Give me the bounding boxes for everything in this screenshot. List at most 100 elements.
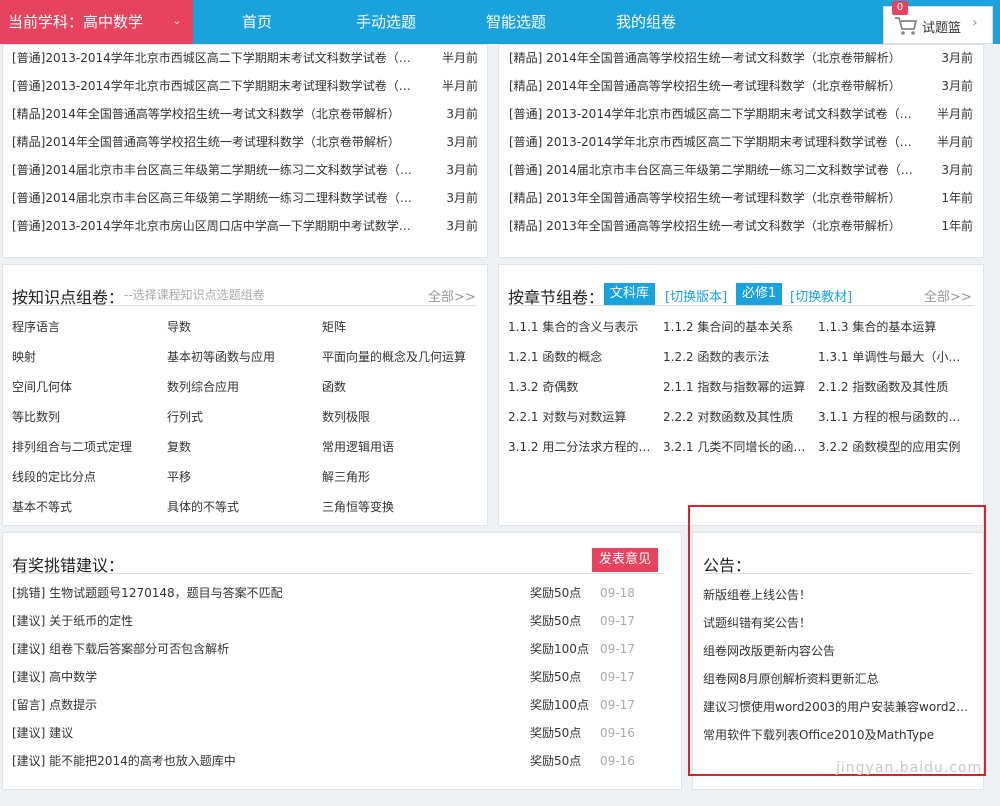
- question-basket-button[interactable]: 0 试题篮 ›: [883, 1, 993, 44]
- knowledge-point[interactable]: 平面向量的概念及几何运算: [322, 348, 482, 365]
- paper-item[interactable]: [普通]2013-2014学年北京市房山区周口店中学高一下学期期中考试数学试… 3…: [12, 212, 478, 240]
- chapter-item[interactable]: 3.1.2 用二分法求方程的近…: [508, 438, 658, 455]
- nav-home[interactable]: 首页: [242, 0, 272, 44]
- knowledge-point[interactable]: 数列极限: [322, 408, 482, 425]
- paper-date: 半月前: [441, 51, 478, 65]
- chapter-item[interactable]: 2.1.1 指数与指数幂的运算: [663, 378, 813, 395]
- subject-selector[interactable]: 当前学科：高中数学 ⌄: [0, 0, 193, 44]
- tab-book[interactable]: 必修1: [736, 283, 783, 305]
- tab-library[interactable]: 文科库: [604, 283, 656, 305]
- paper-item[interactable]: [普通]2013-2014学年北京市西城区高二下学期期末考试理科数学试卷（带… 半…: [12, 72, 478, 100]
- paper-title[interactable]: [普通]2014届北京市丰台区高三年级第二学期统一练习二理科数学试卷（带…: [12, 184, 422, 212]
- paper-item[interactable]: [精品] 2013年全国普通高等学校招生统一考试文科数学（北京卷带解析） 1年前: [509, 212, 973, 240]
- feedback-text[interactable]: [建议] 组卷下载后答案部分可否包含解析: [12, 635, 229, 663]
- paper-item[interactable]: [普通] 2014届北京市丰台区高三年级第二学期统一练习二文科数学试卷（带… 3月…: [509, 156, 973, 184]
- chapter-item[interactable]: 1.2.1 函数的概念: [508, 348, 658, 365]
- post-feedback-button[interactable]: 发表意见: [592, 548, 659, 572]
- paper-date: 3月前: [941, 79, 973, 93]
- feedback-text[interactable]: [留言] 点数提示: [12, 691, 97, 719]
- chapter-item[interactable]: 1.1.2 集合间的基本关系: [663, 318, 813, 335]
- paper-title[interactable]: [精品] 2014年全国普通高等学校招生统一考试文科数学（北京卷带解析）: [509, 44, 919, 72]
- feedback-item[interactable]: [建议] 建议 奖励50点 09-16: [12, 719, 652, 747]
- feedback-text[interactable]: [建议] 建议: [12, 719, 73, 747]
- feedback-item[interactable]: [建议] 组卷下载后答案部分可否包含解析 奖励100点 09-17: [12, 635, 652, 663]
- knowledge-point[interactable]: 三角恒等变换: [322, 498, 482, 515]
- knowledge-point[interactable]: 具体的不等式: [167, 498, 317, 515]
- knowledge-point[interactable]: 导数: [167, 318, 317, 335]
- paper-title[interactable]: [精品] 2014年全国普通高等学校招生统一考试理科数学（北京卷带解析）: [509, 72, 919, 100]
- knowledge-point[interactable]: 常用逻辑用语: [322, 438, 482, 455]
- switch-book-link[interactable]: [切换教材]: [790, 286, 852, 305]
- paper-item[interactable]: [普通] 2013-2014学年北京市西城区高二下学期期末考试理科数学试卷（带……: [509, 128, 973, 156]
- knowledge-point[interactable]: 函数: [322, 378, 482, 395]
- paper-title[interactable]: [普通]2013-2014学年北京市西城区高二下学期期末考试理科数学试卷（带…: [12, 72, 422, 100]
- feedback-date: 09-16: [600, 754, 635, 768]
- nav-smart-select[interactable]: 智能选题: [486, 0, 546, 44]
- knowledge-point[interactable]: 复数: [167, 438, 317, 455]
- paper-title[interactable]: [普通]2013-2014学年北京市西城区高二下学期期末考试文科数学试卷（带…: [12, 44, 422, 72]
- feedback-item[interactable]: [建议] 能不能把2014的高考也放入题库中 奖励50点 09-16: [12, 747, 652, 775]
- feedback-item[interactable]: [建议] 高中数学 奖励50点 09-17: [12, 663, 652, 691]
- chapter-item[interactable]: 2.2.1 对数与对数运算: [508, 408, 658, 425]
- feedback-text[interactable]: [建议] 高中数学: [12, 663, 97, 691]
- chapter-item[interactable]: 3.2.1 几类不同增长的函数…: [663, 438, 813, 455]
- paper-title[interactable]: [普通] 2013-2014学年北京市西城区高二下学期期末考试文科数学试卷（带…: [509, 100, 919, 128]
- paper-item[interactable]: [精品] 2013年全国普通高等学校招生统一考试理科数学（北京卷带解析） 1年前: [509, 184, 973, 212]
- chapter-item[interactable]: 1.2.2 函数的表示法: [663, 348, 813, 365]
- paper-title[interactable]: [普通] 2014届北京市丰台区高三年级第二学期统一练习二文科数学试卷（带…: [509, 156, 919, 184]
- chapter-item[interactable]: 1.1.1 集合的含义与表示: [508, 318, 658, 335]
- knowledge-point[interactable]: 平移: [167, 468, 317, 485]
- feedback-item[interactable]: [留言] 点数提示 奖励100点 09-17: [12, 691, 652, 719]
- paper-date: 3月前: [446, 191, 478, 205]
- knowledge-point[interactable]: 排列组合与二项式定理: [12, 438, 162, 455]
- knowledge-point[interactable]: 空间几何体: [12, 378, 162, 395]
- paper-item[interactable]: [普通]2013-2014学年北京市西城区高二下学期期末考试文科数学试卷（带… 半…: [12, 44, 478, 72]
- knowledge-point[interactable]: 基本不等式: [12, 498, 162, 515]
- paper-title[interactable]: [普通]2014届北京市丰台区高三年级第二学期统一练习二文科数学试卷（带…: [12, 156, 422, 184]
- paper-title[interactable]: [精品]2014年全国普通高等学校招生统一考试文科数学（北京卷带解析）: [12, 100, 422, 128]
- nav-my-papers[interactable]: 我的组卷: [616, 0, 676, 44]
- feedback-date: 09-17: [600, 670, 635, 684]
- paper-item[interactable]: [精品]2014年全国普通高等学校招生统一考试理科数学（北京卷带解析） 3月前: [12, 128, 478, 156]
- feedback-text[interactable]: [建议] 能不能把2014的高考也放入题库中: [12, 747, 236, 775]
- paper-item[interactable]: [普通]2014届北京市丰台区高三年级第二学期统一练习二文科数学试卷（带… 3月前: [12, 156, 478, 184]
- chapter-item[interactable]: 3.1.1 方程的根与函数的零…: [818, 408, 970, 425]
- feedback-date: 09-17: [600, 614, 635, 628]
- chapter-item[interactable]: 3.2.2 函数模型的应用实例: [818, 438, 970, 455]
- paper-item[interactable]: [精品] 2014年全国普通高等学校招生统一考试理科数学（北京卷带解析） 3月前: [509, 72, 973, 100]
- chapter-more-link[interactable]: 全部>>: [924, 286, 972, 305]
- feedback-reward: 奖励50点: [530, 754, 582, 768]
- paper-item[interactable]: [精品]2014年全国普通高等学校招生统一考试文科数学（北京卷带解析） 3月前: [12, 100, 478, 128]
- knowledge-point[interactable]: 解三角形: [322, 468, 482, 485]
- knowledge-point[interactable]: 线段的定比分点: [12, 468, 162, 485]
- knowledge-point[interactable]: 基本初等函数与应用: [167, 348, 317, 365]
- chapter-item[interactable]: 2.2.2 对数函数及其性质: [663, 408, 813, 425]
- feedback-text[interactable]: [建议] 关于纸币的定性: [12, 607, 133, 635]
- paper-date: 半月前: [441, 79, 478, 93]
- feedback-text[interactable]: [挑错] 生物试题题号1270148，题目与答案不匹配: [12, 579, 283, 607]
- knowledge-point[interactable]: 程序语言: [12, 318, 162, 335]
- paper-item[interactable]: [普通]2014届北京市丰台区高三年级第二学期统一练习二理科数学试卷（带… 3月前: [12, 184, 478, 212]
- chapter-item[interactable]: 1.3.1 单调性与最大（小）…: [818, 348, 970, 365]
- paper-title[interactable]: [精品] 2013年全国普通高等学校招生统一考试理科数学（北京卷带解析）: [509, 184, 919, 212]
- chapter-item[interactable]: 2.1.2 指数函数及其性质: [818, 378, 970, 395]
- feedback-item[interactable]: [挑错] 生物试题题号1270148，题目与答案不匹配 奖励50点 09-18: [12, 579, 652, 607]
- chapter-item[interactable]: 1.3.2 奇偶数: [508, 378, 658, 395]
- paper-title[interactable]: [普通]2013-2014学年北京市房山区周口店中学高一下学期期中考试数学试…: [12, 212, 422, 240]
- knowledge-point[interactable]: 映射: [12, 348, 162, 365]
- nav-manual-select[interactable]: 手动选题: [356, 0, 416, 44]
- paper-title[interactable]: [普通] 2013-2014学年北京市西城区高二下学期期末考试理科数学试卷（带…: [509, 128, 919, 156]
- knowledge-point[interactable]: 等比数列: [12, 408, 162, 425]
- paper-title[interactable]: [精品]2014年全国普通高等学校招生统一考试理科数学（北京卷带解析）: [12, 128, 422, 156]
- paper-date: 3月前: [446, 107, 478, 121]
- paper-item[interactable]: [精品] 2014年全国普通高等学校招生统一考试文科数学（北京卷带解析） 3月前: [509, 44, 973, 72]
- feedback-item[interactable]: [建议] 关于纸币的定性 奖励50点 09-17: [12, 607, 652, 635]
- chapter-item[interactable]: 1.1.3 集合的基本运算: [818, 318, 970, 335]
- knowledge-point[interactable]: 矩阵: [322, 318, 482, 335]
- knowledge-more-link[interactable]: 全部>>: [428, 286, 476, 305]
- switch-version-link[interactable]: [切换版本]: [665, 286, 727, 305]
- knowledge-point[interactable]: 行列式: [167, 408, 317, 425]
- knowledge-point[interactable]: 数列综合应用: [167, 378, 317, 395]
- paper-title[interactable]: [精品] 2013年全国普通高等学校招生统一考试文科数学（北京卷带解析）: [509, 212, 919, 240]
- paper-item[interactable]: [普通] 2013-2014学年北京市西城区高二下学期期末考试文科数学试卷（带……: [509, 100, 973, 128]
